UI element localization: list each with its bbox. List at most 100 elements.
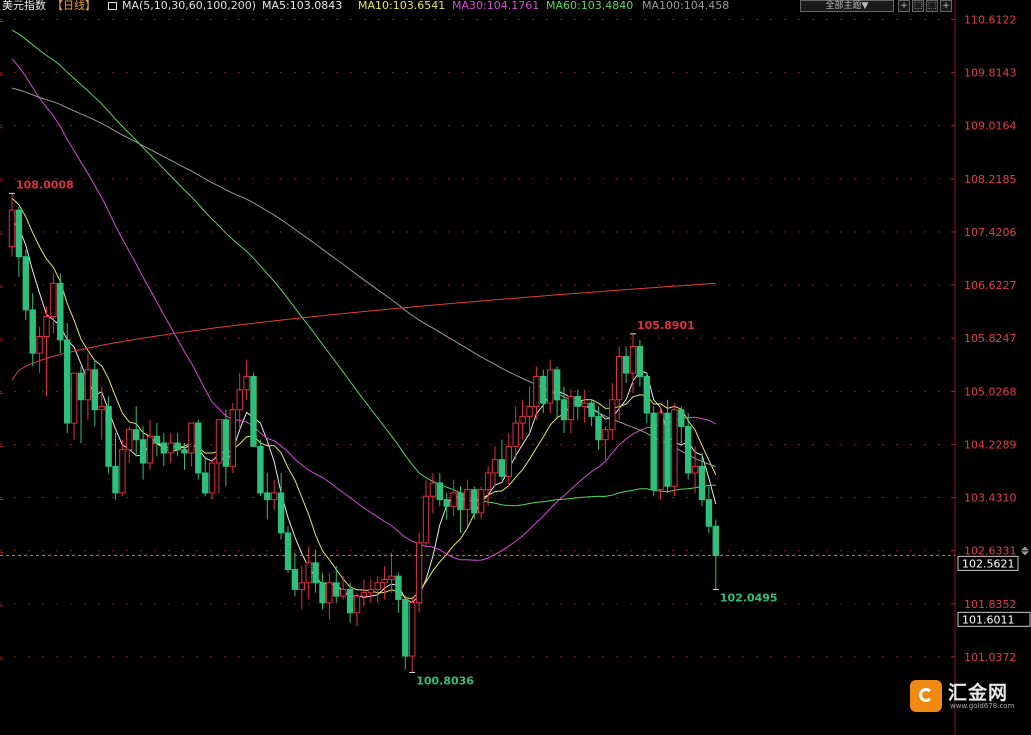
candle (64, 323, 71, 434)
candle (126, 426, 133, 463)
candle-body (43, 316, 50, 338)
candle-body (402, 598, 409, 657)
candle (57, 273, 64, 354)
candle (215, 419, 223, 493)
candle-body (643, 375, 650, 414)
candle-body (188, 422, 195, 454)
candle-body (360, 592, 368, 597)
candle (50, 273, 57, 334)
candle (264, 472, 271, 520)
candle-body (533, 375, 540, 407)
candle-body (574, 395, 581, 407)
axis-tick-label: 109.8143 (964, 67, 1017, 80)
candle-body (229, 409, 237, 467)
candle (98, 386, 105, 440)
candle (415, 532, 423, 613)
candle-body (326, 582, 333, 604)
candle (657, 406, 664, 500)
candle-body (50, 282, 57, 318)
candlestick-chart[interactable]: 110.6122 109.8143 109.0164 108.2185 107.4206… (0, 0, 1031, 735)
axis-tick-label: 102.6331 (964, 545, 1017, 558)
candle (105, 396, 112, 473)
candle-body (146, 435, 154, 464)
candle-body (277, 492, 285, 534)
candle-body (671, 409, 678, 487)
axis-tick-label: 105.8247 (964, 332, 1017, 345)
candle (636, 339, 644, 387)
candle (678, 406, 685, 447)
candle-body (381, 578, 388, 584)
candle-body (257, 445, 264, 494)
candle-body (457, 492, 464, 511)
candle-body (388, 575, 395, 580)
candle (422, 479, 430, 547)
candle-body (91, 369, 98, 411)
candle (208, 459, 216, 500)
candle-body (553, 369, 561, 401)
ma10-line (11, 197, 717, 600)
candle-body (685, 425, 692, 474)
candle (195, 419, 202, 480)
candle-body (64, 339, 71, 424)
candle-body (540, 375, 547, 404)
candle-body (243, 375, 250, 391)
candle-body (512, 422, 519, 447)
candle (298, 566, 306, 610)
candle (436, 472, 444, 507)
candle (588, 399, 595, 427)
candle-body (629, 346, 637, 374)
price-axis: 110.6122 109.8143 109.0164 108.2185 107.4206… (0, 0, 1017, 735)
watermark-url: www.gold678.com (950, 702, 1015, 710)
candle (457, 486, 464, 533)
candle (388, 552, 395, 593)
candle (409, 596, 416, 673)
scroll-up-icon (1021, 546, 1029, 551)
candle-body (395, 575, 402, 600)
candle (271, 479, 278, 510)
candle-body (236, 389, 243, 411)
extreme-label: 100.8036 (416, 674, 474, 687)
candle (526, 386, 533, 434)
gold678-logo-icon (910, 680, 942, 712)
candle (229, 403, 237, 473)
candle (353, 592, 361, 627)
axis-tick-label: 101.8352 (964, 598, 1017, 611)
candle (222, 409, 230, 487)
candle-body (698, 465, 706, 501)
candle (84, 353, 92, 420)
moving-average-layer (11, 29, 717, 604)
candle (567, 389, 575, 434)
candle-body (560, 399, 568, 421)
candle (602, 426, 609, 460)
candle (595, 406, 602, 450)
candle-body (119, 449, 126, 494)
candle (429, 472, 437, 513)
candle-body (195, 422, 202, 474)
candle-body (367, 588, 375, 594)
candle (319, 572, 326, 610)
axis-tick-label: 101.0372 (964, 651, 1017, 664)
candle-body (202, 472, 209, 494)
candle-body (422, 495, 430, 544)
candle-body (595, 415, 602, 441)
candle-body (250, 375, 257, 447)
candle-body (484, 472, 492, 491)
candle (505, 433, 513, 487)
candle (8, 193, 16, 257)
candle (291, 552, 299, 597)
candle (464, 479, 471, 527)
candle-body (8, 209, 16, 248)
candle (174, 433, 181, 457)
candle-body (57, 282, 64, 341)
candle-body (36, 336, 43, 354)
candle (443, 492, 450, 520)
candle-body (436, 482, 444, 501)
candle-body (567, 395, 575, 421)
candle-body (133, 429, 140, 441)
axis-tick-label: 106.6227 (964, 279, 1017, 292)
candle-body (312, 562, 319, 584)
candle (622, 346, 630, 384)
extreme-label: 105.8901 (637, 319, 695, 332)
candle-body (29, 309, 36, 354)
axis-tick-label: 105.0268 (964, 385, 1017, 398)
